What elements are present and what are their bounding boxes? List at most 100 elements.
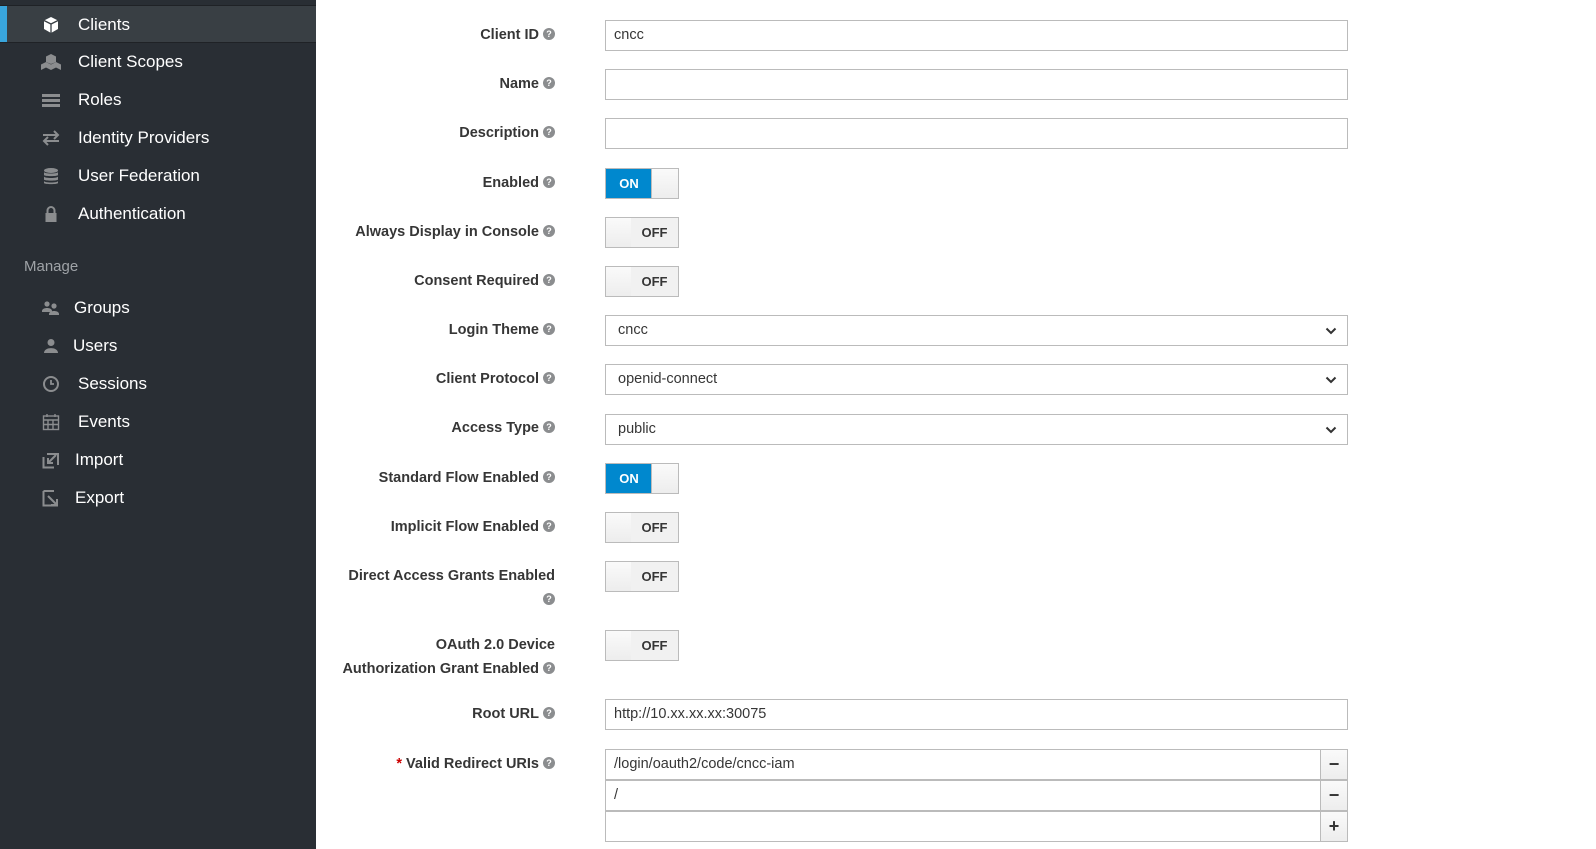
implicit-flow-label: Implicit Flow Enabled? xyxy=(391,517,555,537)
sidebar-item-label: Groups xyxy=(74,298,130,317)
direct-access-help: ? xyxy=(539,590,555,610)
sidebar-item-export[interactable]: Export xyxy=(0,479,316,517)
description-input[interactable] xyxy=(605,118,1348,149)
sidebar-item-label: Authentication xyxy=(78,204,186,223)
direct-access-label: Direct Access Grants Enabled xyxy=(348,568,555,584)
sidebar-item-label: Users xyxy=(73,336,118,355)
standard-flow-label: Standard Flow Enabled? xyxy=(379,468,555,488)
sidebar-item-label: Roles xyxy=(78,90,122,109)
direct-access-toggle[interactable]: OFF xyxy=(605,561,679,592)
help-icon[interactable]: ? xyxy=(543,707,555,720)
lock-icon xyxy=(40,205,62,223)
sidebar-item-identity-providers[interactable]: Identity Providers xyxy=(0,119,316,157)
export-icon xyxy=(40,489,62,507)
required-mark: * xyxy=(396,756,403,772)
client-id-input[interactable]: cncc xyxy=(605,20,1348,51)
redirect-uri-input[interactable]: /login/oauth2/code/cncc-iam xyxy=(605,749,1321,780)
consent-required-label: Consent Required? xyxy=(414,271,555,291)
sidebar-item-label: Sessions xyxy=(78,374,147,393)
sidebar-item-sessions[interactable]: Sessions xyxy=(0,365,316,403)
toggle-knob xyxy=(606,562,632,591)
client-protocol-label: Client Protocol? xyxy=(436,369,555,389)
help-icon[interactable]: ? xyxy=(543,225,555,238)
clock-icon xyxy=(40,375,62,393)
sidebar-item-authentication[interactable]: Authentication xyxy=(0,195,316,233)
calendar-icon xyxy=(40,413,62,431)
import-icon xyxy=(40,451,62,469)
sidebar-item-events[interactable]: Events xyxy=(0,403,316,441)
sidebar-item-import[interactable]: Import xyxy=(0,441,316,479)
sidebar-item-label: Events xyxy=(78,412,130,431)
toggle-knob xyxy=(606,513,632,542)
access-type-label: Access Type? xyxy=(451,418,555,438)
client-id-label: Client ID? xyxy=(480,25,555,45)
help-icon[interactable]: ? xyxy=(543,28,555,41)
oauth-device-toggle[interactable]: OFF xyxy=(605,630,679,661)
help-icon[interactable]: ? xyxy=(543,77,555,90)
add-uri-button[interactable]: + xyxy=(1320,811,1348,842)
remove-uri-button[interactable]: − xyxy=(1320,780,1348,811)
help-icon[interactable]: ? xyxy=(543,126,555,139)
cubes-icon xyxy=(40,53,62,71)
client-protocol-select[interactable]: openid-connect xyxy=(605,364,1348,395)
toggle-state: ON xyxy=(606,169,652,198)
list-icon xyxy=(40,91,62,109)
toggle-knob xyxy=(606,267,632,296)
implicit-flow-toggle[interactable]: OFF xyxy=(605,512,679,543)
access-type-select[interactable]: public xyxy=(605,414,1348,445)
user-icon xyxy=(40,337,62,355)
root-url-input[interactable]: http://10.xx.xx.xx:30075 xyxy=(605,699,1348,730)
toggle-knob xyxy=(606,631,632,660)
remove-uri-button[interactable]: − xyxy=(1320,749,1348,780)
help-icon[interactable]: ? xyxy=(543,593,555,606)
toggle-state: OFF xyxy=(631,218,678,247)
name-input[interactable] xyxy=(605,69,1348,100)
toggle-state: ON xyxy=(606,464,652,493)
exchange-icon xyxy=(40,129,62,147)
sidebar-item-label: Clients xyxy=(78,15,130,34)
help-icon[interactable]: ? xyxy=(543,471,555,484)
chevron-down-icon xyxy=(1325,376,1337,384)
toggle-state: OFF xyxy=(631,513,678,542)
redirect-uri-input[interactable]: / xyxy=(605,780,1321,811)
cube-icon xyxy=(40,16,62,34)
sidebar-item-roles[interactable]: Roles xyxy=(0,81,316,119)
select-value: openid-connect xyxy=(618,371,718,387)
database-icon xyxy=(40,167,62,185)
help-icon[interactable]: ? xyxy=(543,662,555,675)
sidebar-item-label: Client Scopes xyxy=(78,52,183,71)
login-theme-select[interactable]: cncc xyxy=(605,315,1348,346)
sidebar-item-user-federation[interactable]: User Federation xyxy=(0,157,316,195)
toggle-state: OFF xyxy=(631,562,678,591)
chevron-down-icon xyxy=(1325,327,1337,335)
name-label: Name? xyxy=(500,74,555,94)
oauth-device-label-line2: Authorization Grant Enabled? xyxy=(342,659,555,679)
sidebar-item-groups[interactable]: Groups xyxy=(0,289,316,327)
sidebar-item-users[interactable]: Users xyxy=(0,327,316,365)
toggle-state: OFF xyxy=(631,267,678,296)
sidebar: Clients Client Scopes Roles Identity Pro… xyxy=(0,0,316,849)
select-value: cncc xyxy=(618,322,648,338)
sidebar-item-label: User Federation xyxy=(78,166,200,185)
redirect-uri-input[interactable] xyxy=(605,811,1321,842)
help-icon[interactable]: ? xyxy=(543,520,555,533)
sidebar-item-label: Identity Providers xyxy=(78,128,210,147)
consent-required-toggle[interactable]: OFF xyxy=(605,266,679,297)
select-value: public xyxy=(618,421,656,437)
sidebar-item-clients[interactable]: Clients xyxy=(0,5,316,43)
description-label: Description? xyxy=(459,123,555,143)
users-icon xyxy=(40,299,62,317)
standard-flow-toggle[interactable]: ON xyxy=(605,463,679,494)
help-icon[interactable]: ? xyxy=(543,372,555,385)
help-icon[interactable]: ? xyxy=(543,176,555,189)
chevron-down-icon xyxy=(1325,426,1337,434)
sidebar-item-client-scopes[interactable]: Client Scopes xyxy=(0,43,316,81)
root-url-label: Root URL? xyxy=(472,704,555,724)
help-icon[interactable]: ? xyxy=(543,274,555,287)
enabled-label: Enabled? xyxy=(483,173,555,193)
help-icon[interactable]: ? xyxy=(543,323,555,336)
help-icon[interactable]: ? xyxy=(543,757,555,770)
enabled-toggle[interactable]: ON xyxy=(605,168,679,199)
always-display-toggle[interactable]: OFF xyxy=(605,217,679,248)
help-icon[interactable]: ? xyxy=(543,421,555,434)
